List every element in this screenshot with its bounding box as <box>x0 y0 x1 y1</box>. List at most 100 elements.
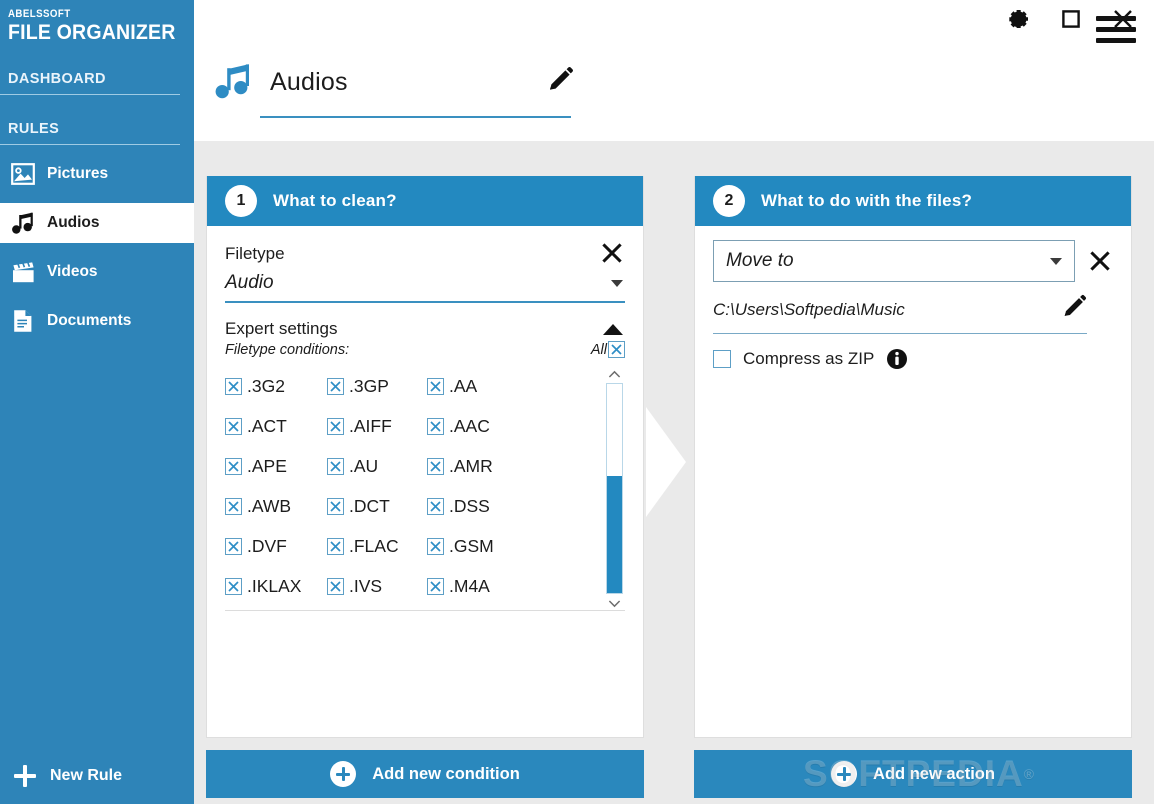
scroll-up-arrow-icon[interactable] <box>608 366 621 382</box>
destination-path-value: C:\Users\Softpedia\Music <box>713 299 905 319</box>
new-rule-button[interactable]: New Rule <box>0 756 122 796</box>
extension-item[interactable]: .FLAC <box>327 526 427 566</box>
extension-label: .3G2 <box>247 375 285 396</box>
extension-checkbox[interactable] <box>427 457 444 475</box>
extension-checkbox[interactable] <box>327 417 344 435</box>
sidebar-item-videos[interactable]: Videos <box>0 252 194 292</box>
pencil-icon[interactable] <box>546 66 574 99</box>
select-all-control[interactable]: All <box>591 341 625 358</box>
sidebar-item-label: Audios <box>47 214 100 231</box>
select-all-checkbox[interactable] <box>608 341 625 358</box>
hamburger-icon[interactable] <box>1096 16 1136 43</box>
action-select[interactable]: Move to <box>713 240 1075 282</box>
extension-item[interactable]: .APE <box>225 446 327 486</box>
plus-circle-icon <box>330 761 357 787</box>
extension-label: .M4A <box>449 575 490 596</box>
plus-circle-icon <box>831 761 858 787</box>
extension-item[interactable]: .AWB <box>225 486 327 526</box>
music-note-icon <box>212 60 256 104</box>
step-badge: 2 <box>713 185 745 217</box>
filetype-select[interactable]: Audio <box>225 272 625 303</box>
condition-panel: 1 What to clean? Filetype Audio Expert s… <box>206 176 644 738</box>
extension-checkbox[interactable] <box>327 377 344 395</box>
extension-checkbox[interactable] <box>327 457 344 475</box>
extension-checkbox[interactable] <box>225 457 242 475</box>
scroll-down-arrow-icon[interactable] <box>608 595 621 611</box>
extension-label: .DCT <box>349 495 390 516</box>
extension-checkbox[interactable] <box>225 377 242 395</box>
scrollbar-thumb[interactable] <box>606 475 622 593</box>
gear-icon[interactable] <box>1006 6 1032 32</box>
extension-item[interactable]: .3GP <box>327 366 427 406</box>
extension-checkbox[interactable] <box>427 577 444 595</box>
extension-item[interactable]: .AAC <box>427 406 597 446</box>
extension-label: .3GP <box>349 375 389 396</box>
sidebar-item-audios[interactable]: Audios <box>0 203 194 243</box>
condition-panel-title: What to clean? <box>273 191 397 210</box>
destination-path-row[interactable]: C:\Users\Softpedia\Music <box>713 294 1087 334</box>
clapperboard-icon <box>10 259 36 285</box>
info-icon[interactable] <box>886 348 908 370</box>
new-rule-label: New Rule <box>50 767 123 784</box>
extension-item[interactable]: .IVS <box>327 566 427 606</box>
extension-item[interactable]: .GSM <box>427 526 597 566</box>
extension-item[interactable]: .AMR <box>427 446 597 486</box>
extension-item[interactable]: .M4A <box>427 566 597 606</box>
extension-checkbox[interactable] <box>427 497 444 515</box>
sidebar-item-pictures[interactable]: Pictures <box>0 154 194 194</box>
add-new-action-button[interactable]: Add new action <box>694 750 1132 798</box>
extension-item[interactable]: .AU <box>327 446 427 486</box>
document-icon <box>10 308 36 334</box>
remove-condition-button[interactable] <box>599 240 625 266</box>
filetype-conditions-row: Filetype conditions: All <box>225 341 625 358</box>
extension-checkbox[interactable] <box>427 417 444 435</box>
extension-checkbox[interactable] <box>225 537 242 555</box>
add-new-condition-label: Add new condition <box>372 764 520 783</box>
extension-label: .DSS <box>449 495 490 516</box>
page-header: Audios <box>212 60 1154 132</box>
extension-item[interactable]: .DSS <box>427 486 597 526</box>
extension-checkbox[interactable] <box>225 417 242 435</box>
plus-icon <box>14 765 36 787</box>
extension-label: .AWB <box>247 495 292 516</box>
extension-item[interactable]: .AA <box>427 366 597 406</box>
extension-item[interactable]: .AIFF <box>327 406 427 446</box>
extension-checkbox[interactable] <box>225 497 242 515</box>
extension-checkbox[interactable] <box>427 377 444 395</box>
compress-zip-checkbox[interactable] <box>713 350 731 368</box>
maximize-icon[interactable] <box>1058 6 1084 32</box>
extension-list-scrollbar[interactable] <box>603 366 625 611</box>
sidebar-section-rules[interactable]: RULES <box>0 121 194 144</box>
extension-checkbox[interactable] <box>327 577 344 595</box>
filetype-label: Filetype <box>225 244 285 263</box>
extension-checkbox[interactable] <box>427 537 444 555</box>
pencil-icon[interactable] <box>1061 294 1087 325</box>
expert-settings-row[interactable]: Expert settings <box>225 319 625 339</box>
extension-list[interactable]: .3G2 .3GP .AA .ACT .AIFF .AAC .APE .AU .… <box>225 366 625 611</box>
sidebar-item-documents[interactable]: Documents <box>0 301 194 341</box>
extension-checkbox[interactable] <box>327 537 344 555</box>
extension-checkbox[interactable] <box>225 577 242 595</box>
extension-label: .IVS <box>349 575 383 596</box>
extension-item[interactable]: .IKLAX <box>225 566 327 606</box>
hamburger-line <box>1096 16 1136 21</box>
chevron-up-icon[interactable] <box>603 323 623 335</box>
music-note-icon <box>10 210 36 236</box>
add-new-condition-button[interactable]: Add new condition <box>206 750 644 798</box>
extension-item[interactable]: .ACT <box>225 406 327 446</box>
sidebar-item-label: Pictures <box>47 165 109 182</box>
extension-checkbox[interactable] <box>327 497 344 515</box>
action-row: Move to <box>713 226 1113 282</box>
application-window: ABELSSOFT FILE ORGANIZER DASHBOARD RULES… <box>0 0 1154 804</box>
action-panel: 2 What to do with the files? Move to C:\… <box>694 176 1132 738</box>
extension-item[interactable]: .DVF <box>225 526 327 566</box>
sidebar-item-dashboard[interactable]: DASHBOARD <box>0 71 194 94</box>
sidebar-item-label: Documents <box>47 312 132 329</box>
extension-item[interactable]: .3G2 <box>225 366 327 406</box>
remove-action-button[interactable] <box>1087 248 1113 274</box>
action-value: Move to <box>726 250 794 271</box>
scrollbar-track[interactable] <box>605 383 623 594</box>
extension-item[interactable]: .DCT <box>327 486 427 526</box>
compress-zip-row: Compress as ZIP <box>713 348 1113 370</box>
extension-label: .FLAC <box>349 535 399 556</box>
